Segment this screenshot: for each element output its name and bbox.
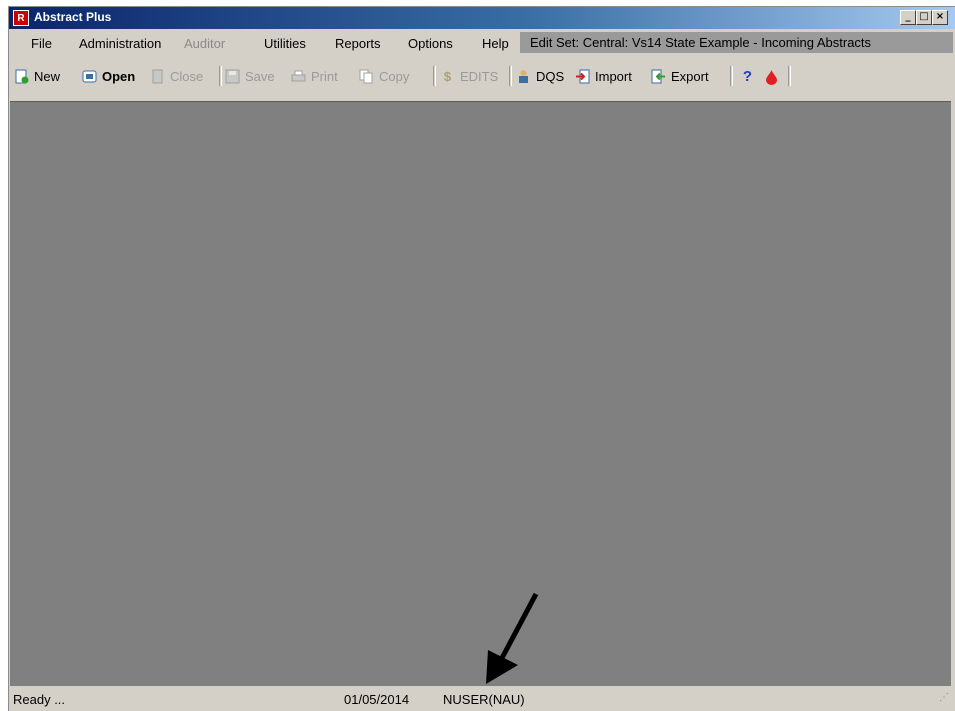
- new-button[interactable]: New: [14, 67, 60, 85]
- edit-set-label: Edit Set: Central: Vs14 State Example - …: [520, 32, 953, 53]
- import-icon: [575, 69, 590, 84]
- annotation-arrow-icon: [486, 592, 539, 684]
- menu-bar: File Administration Auditor Utilities Re…: [9, 29, 955, 56]
- status-date: 01/05/2014: [344, 692, 410, 707]
- export-button[interactable]: Export: [651, 67, 709, 85]
- dqs-icon: [516, 69, 531, 84]
- menu-auditor: Auditor: [184, 36, 226, 51]
- status-text: Ready ...: [13, 692, 66, 707]
- dqs-button[interactable]: DQS: [516, 67, 564, 85]
- menu-help[interactable]: Help: [482, 36, 509, 51]
- menu-options[interactable]: Options: [408, 36, 453, 51]
- copy-button[interactable]: Copy: [359, 67, 409, 85]
- help-button[interactable]: ?: [740, 67, 760, 85]
- close-document-icon: [150, 69, 165, 84]
- maximize-button[interactable]: □: [916, 10, 932, 25]
- edits-icon: $: [443, 68, 452, 84]
- toolbar-separator: [219, 66, 222, 86]
- menu-utilities[interactable]: Utilities: [264, 36, 306, 51]
- export-icon: [651, 69, 666, 84]
- app-logo-icon[interactable]: R: [13, 10, 29, 26]
- save-button[interactable]: Save: [225, 67, 275, 85]
- minimize-button[interactable]: _: [900, 10, 916, 25]
- open-icon: [82, 69, 97, 84]
- toolbar-separator: [730, 66, 733, 86]
- window-title: Abstract Plus: [34, 10, 112, 24]
- menu-administration[interactable]: Administration: [79, 36, 161, 51]
- drop-button[interactable]: [764, 67, 784, 85]
- new-document-icon: [14, 69, 29, 84]
- print-button[interactable]: Print: [291, 67, 338, 85]
- import-button[interactable]: Import: [575, 67, 632, 85]
- drop-icon: [764, 69, 779, 85]
- menu-reports[interactable]: Reports: [335, 36, 381, 51]
- close-button[interactable]: ×: [932, 10, 948, 25]
- print-icon: [291, 69, 306, 84]
- title-bar[interactable]: R Abstract Plus _ □ ×: [9, 7, 955, 29]
- save-icon: [225, 69, 240, 84]
- toolbar: New Open Close Save Print Copy $ EDITS D…: [9, 56, 955, 101]
- toolbar-separator: [433, 66, 436, 86]
- toolbar-separator: [788, 66, 791, 86]
- menu-file[interactable]: File: [31, 36, 52, 51]
- status-bar: Ready ... 01/05/2014 NUSER(NAU) ⋰: [9, 686, 955, 711]
- open-button[interactable]: Open: [82, 67, 135, 85]
- copy-icon: [359, 69, 374, 84]
- edits-button[interactable]: $ EDITS: [440, 67, 498, 85]
- status-user: NUSER(NAU): [443, 692, 525, 707]
- help-icon: ?: [742, 67, 753, 85]
- toolbar-separator: [509, 66, 512, 86]
- resize-grip-icon[interactable]: ⋰: [939, 692, 949, 703]
- close-document-button[interactable]: Close: [150, 67, 203, 85]
